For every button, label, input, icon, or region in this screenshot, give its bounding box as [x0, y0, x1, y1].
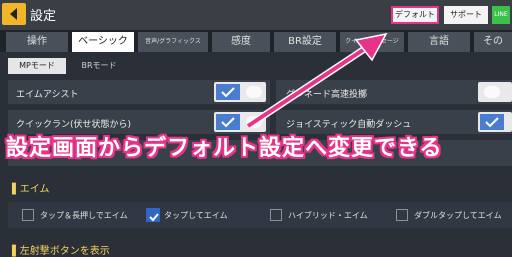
annotation-banner: 設定画面からデフォルト設定へ変更できる	[6, 136, 443, 161]
annotation-arrow-icon	[246, 32, 388, 129]
